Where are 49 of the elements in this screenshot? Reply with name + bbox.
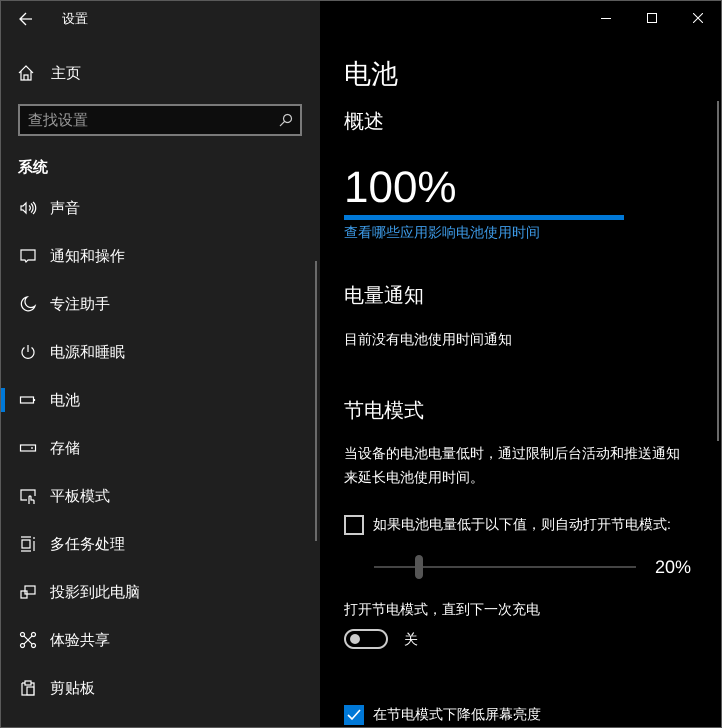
sidebar-item[interactable]: 存储 bbox=[1, 424, 320, 472]
sidebar-item[interactable]: 专注助手 bbox=[1, 280, 320, 328]
checkbox[interactable] bbox=[344, 515, 364, 535]
section-heading: 电量通知 bbox=[344, 284, 425, 309]
slider-value: 20% bbox=[654, 556, 691, 578]
share-nodes-icon bbox=[19, 631, 37, 649]
notification-text: 目前没有电池使用时间通知 bbox=[344, 330, 513, 349]
projector-icon bbox=[19, 583, 37, 601]
sidebar-item[interactable]: 平板模式 bbox=[1, 472, 320, 520]
section-heading: 节电模式 bbox=[344, 399, 425, 424]
sidebar-item[interactable]: 剪贴板 bbox=[1, 664, 320, 712]
toggle-switch[interactable] bbox=[344, 629, 388, 649]
toggle-label: 打开节电模式，直到下一次充电 bbox=[344, 600, 541, 619]
checkbox-label: 如果电池电量低于以下值，则自动打开节电模式: bbox=[373, 516, 671, 534]
window-title: 设置 bbox=[62, 10, 88, 28]
scrollbar[interactable] bbox=[717, 101, 719, 441]
clipboard-icon bbox=[19, 679, 37, 697]
search-icon bbox=[279, 113, 293, 127]
maximize-icon bbox=[647, 13, 657, 23]
page-title: 电池 bbox=[344, 58, 399, 91]
battery-percentage: 100% bbox=[344, 162, 458, 214]
apps-usage-link[interactable]: 查看哪些应用影响电池使用时间 bbox=[344, 222, 540, 242]
multitask-icon bbox=[19, 535, 37, 553]
slider-thumb[interactable] bbox=[414, 555, 423, 579]
sidebar-item[interactable]: 多任务处理 bbox=[1, 520, 320, 568]
home-link[interactable]: 主页 bbox=[1, 49, 320, 97]
back-arrow-icon bbox=[19, 12, 33, 26]
checkbox[interactable] bbox=[344, 705, 364, 725]
checkbox-label: 在节电模式下降低屏幕亮度 bbox=[373, 706, 541, 724]
checkmark-icon bbox=[347, 708, 361, 722]
saver-description: 当设备的电池电量低时，通过限制后台活动和推送通知来延长电池使用时间。 bbox=[344, 444, 681, 487]
speaker-icon bbox=[19, 199, 37, 217]
search-field[interactable]: 查找设置 bbox=[18, 104, 302, 136]
moon-icon bbox=[19, 295, 37, 313]
power-icon bbox=[19, 343, 37, 361]
tablet-hand-icon bbox=[19, 487, 37, 505]
section-heading: 系统 bbox=[17, 158, 49, 178]
sidebar-item[interactable]: 电源和睡眠 bbox=[1, 328, 320, 376]
sidebar-item[interactable]: 通知和操作 bbox=[1, 232, 320, 280]
speech-bubble-icon bbox=[19, 247, 37, 265]
sidebar-item[interactable]: 投影到此电脑 bbox=[1, 568, 320, 616]
sidebar-item[interactable]: 体验共享 bbox=[1, 616, 320, 664]
section-heading: 概述 bbox=[344, 110, 385, 135]
toggle-state: 关 bbox=[404, 630, 418, 649]
sidebar-item[interactable]: 电池 bbox=[1, 376, 320, 424]
home-icon bbox=[17, 64, 35, 82]
close-icon bbox=[693, 13, 703, 23]
scrollbar[interactable] bbox=[315, 261, 317, 541]
sidebar-item[interactable]: 声音 bbox=[1, 184, 320, 232]
